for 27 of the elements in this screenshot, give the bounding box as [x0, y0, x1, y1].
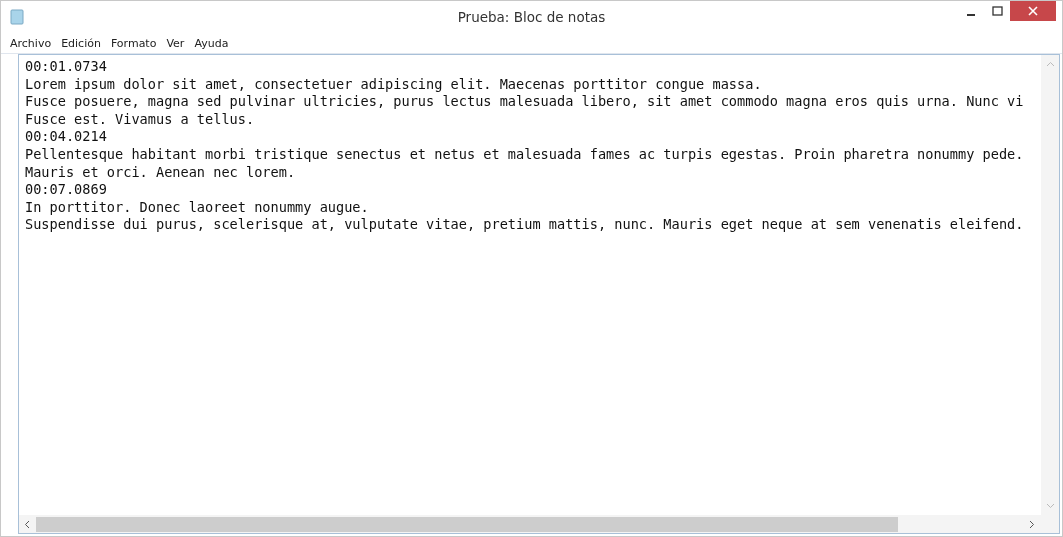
text-line: In porttitor. Donec laoreet nonummy augue. — [25, 198, 369, 217]
maximize-icon — [991, 6, 1003, 16]
text-line: 00:01.0734 — [25, 58, 107, 76]
scroll-up-icon[interactable] — [1045, 61, 1055, 67]
text-line: Pellentesque habitant morbi tristique senectus et netus et malesuada fames ac turpis egestas. Proin pharetra nonummy pede. — [25, 145, 1024, 164]
horizontal-scrollbar[interactable] — [19, 515, 1059, 533]
scroll-right-icon[interactable] — [1029, 519, 1035, 529]
scroll-down-icon[interactable] — [1045, 503, 1055, 509]
menu-item[interactable]: Archivo — [10, 36, 52, 50]
menu-item[interactable]: Formato — [110, 36, 157, 50]
minimize-icon — [967, 14, 975, 16]
text-line: Fusce posuere, magna sed pulvinar ultricies, purus lectus malesuada libero, sit amet commodo magna eros quis urna. Nunc vi — [25, 93, 1024, 111]
text-line: Lorem ipsum dolor sit amet, consectetuer adipiscing elit. Maecenas porttitor congue massa. — [25, 75, 762, 94]
text-line: Fusce est. Vivamus a tellus. — [25, 110, 255, 129]
menu-item[interactable]: Ayuda — [194, 36, 229, 50]
close-icon — [1028, 6, 1038, 16]
text-line: Mauris et orci. Aenean nec lorem. — [25, 163, 296, 182]
menu-item[interactable]: Edición — [61, 36, 101, 50]
text-line: 00:07.0869 — [25, 181, 107, 199]
text-line: Suspendisse dui purus, scelerisque at, vulputate vitae, pretium mattis, nunc. Mauris eget neque at sem venenatis eleifend. — [25, 216, 1024, 234]
notepad-icon — [10, 9, 24, 25]
text-line: 00:04.0214 — [25, 128, 107, 146]
scrollbar-thumb[interactable] — [36, 516, 898, 532]
window-title: Prueba: Bloc de notas — [457, 9, 606, 25]
menu-item[interactable]: Ver — [166, 36, 185, 50]
close-button[interactable] — [1010, 1, 1056, 21]
scroll-left-icon[interactable] — [24, 519, 30, 529]
